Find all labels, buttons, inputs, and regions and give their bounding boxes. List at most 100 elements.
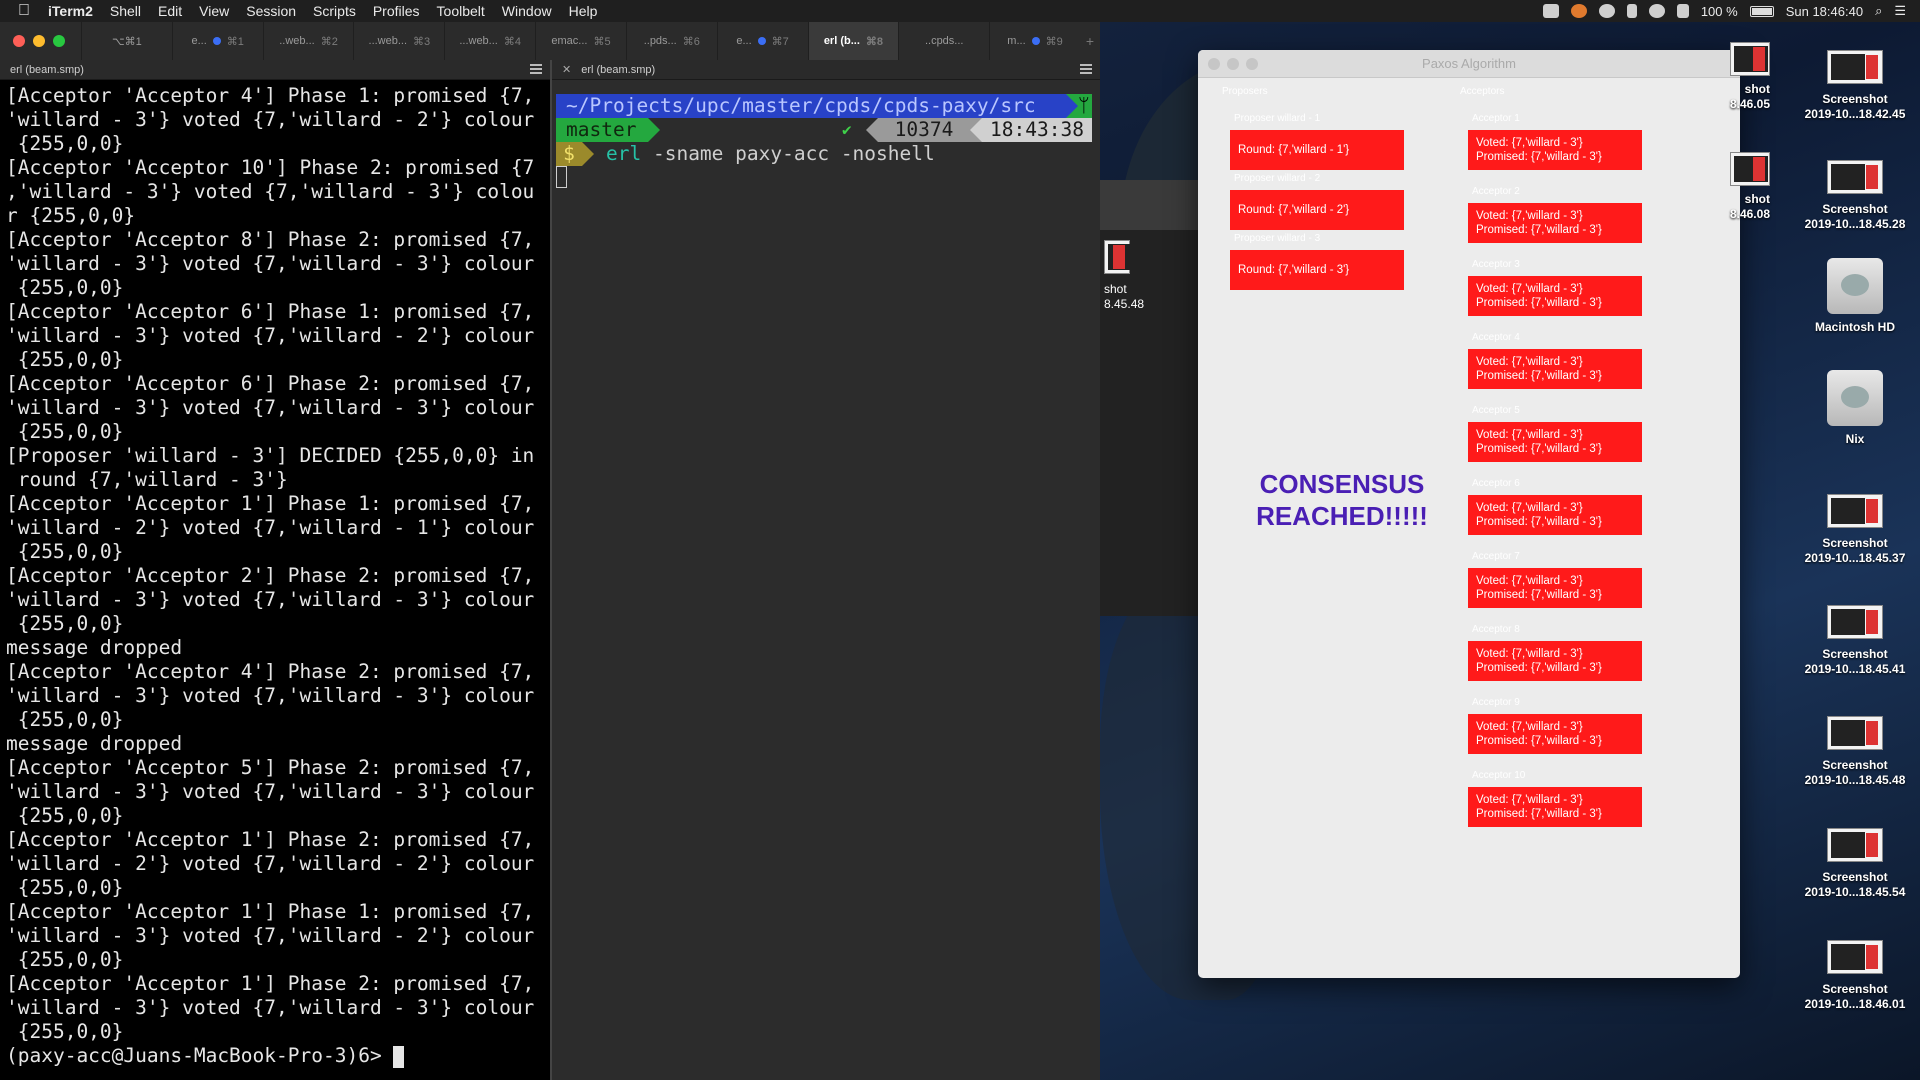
desktop-icon-partial[interactable]: shot 8.46.05 (1700, 42, 1770, 112)
terminal-line: {255,0,0} (6, 132, 124, 155)
tab-10[interactable]: ..cpds... (898, 22, 989, 60)
desktop-screenshot-icon[interactable]: Screenshot 2019-10...18.45.28 (1795, 160, 1915, 232)
menu-window[interactable]: Window (502, 3, 552, 19)
desktop-screenshot-icon[interactable]: Screenshot 2019-10...18.45.41 (1795, 605, 1915, 677)
desktop-disk-icon[interactable]: Nix (1795, 370, 1915, 447)
bluetooth-icon[interactable] (1626, 4, 1637, 18)
pane-menu-icon[interactable] (1080, 64, 1092, 74)
activity-dot-icon (212, 37, 221, 45)
terminal-pane-left[interactable]: erl (beam.smp) [Acceptor 'Acceptor 4'] P… (0, 60, 550, 1080)
apple-menu-icon[interactable]:  (18, 2, 30, 20)
terminal-line: 'willard - 3'} voted {7,'willard - 3'} c… (6, 996, 535, 1019)
terminal-line: {255,0,0} (6, 1020, 124, 1043)
desktop-screenshot-icon[interactable]: Screenshot 2019-10...18.45.54 (1795, 828, 1915, 900)
terminal-pane-right[interactable]: ✕ erl (beam.smp) ~/Projects/upc/master/c… (552, 60, 1100, 1080)
tab-5[interactable]: ...web... ⌘4 (444, 22, 535, 60)
segment-arrow (1066, 94, 1078, 118)
pane-close-icon[interactable]: ✕ (562, 63, 571, 76)
window-title: Paxos Algorithm (1422, 56, 1516, 71)
background-window-bar (1100, 180, 1200, 230)
search-icon[interactable]: ⌕ (1875, 3, 1882, 19)
prompt-time: 18:43:38 (982, 118, 1092, 142)
notification-center-icon[interactable]: ☰ (1894, 3, 1906, 19)
icon-label: Nix (1845, 432, 1865, 446)
menu-view[interactable]: View (199, 3, 229, 19)
window-controls (13, 35, 65, 47)
desktop-disk-icon[interactable]: Macintosh HD (1795, 258, 1915, 335)
tab-shortcut: ⌘3 (413, 35, 431, 48)
wifi-icon[interactable] (1648, 4, 1665, 18)
terminal-line: r {255,0,0} (6, 204, 136, 227)
acceptor-label: Acceptor 7 (1472, 551, 1520, 562)
desktop-screenshot-icon[interactable]: Screenshot 2019-10...18.42.45 (1795, 50, 1915, 122)
acceptor-box: Voted: {7,'willard - 3'} Promised: {7,'wi… (1468, 276, 1642, 316)
avatar-icon[interactable] (1570, 4, 1587, 18)
desktop-screenshot-icon[interactable]: Screenshot 2019-10...18.46.01 (1795, 940, 1915, 1012)
terminal-line: [Acceptor 'Acceptor 6'] Phase 2: promise… (6, 372, 535, 395)
terminal-line: 'willard - 3'} voted {7,'willard - 2'} c… (6, 324, 535, 347)
volume-icon[interactable] (1676, 4, 1689, 18)
menu-edit[interactable]: Edit (158, 3, 182, 19)
acceptor-promised: Promised: {7,'willard - 3'} (1476, 443, 1602, 455)
command-args: -sname paxy-acc -noshell (641, 142, 935, 165)
tab-4[interactable]: ...web... ⌘3 (353, 22, 444, 60)
tab-8[interactable]: e... ⌘7 (716, 22, 808, 60)
menu-help[interactable]: Help (569, 3, 598, 19)
new-tab-button[interactable]: + (1080, 33, 1100, 49)
menu-iterm2[interactable]: iTerm2 (48, 3, 93, 19)
acceptor-promised: Promised: {7,'willard - 3'} (1476, 516, 1602, 528)
close-button[interactable] (13, 35, 25, 47)
tab-label: e... (191, 35, 207, 47)
tab-2[interactable]: e... ⌘1 (171, 22, 263, 60)
terminal-line: [Acceptor 'Acceptor 1'] Phase 2: promise… (6, 972, 535, 995)
tab-3[interactable]: ..web... ⌘2 (262, 22, 354, 60)
desktop-screenshot-icon[interactable]: Screenshot 2019-10...18.45.48 (1795, 716, 1915, 788)
menu-scripts[interactable]: Scripts (313, 3, 356, 19)
cloud-app-icon[interactable] (1542, 4, 1559, 18)
sync-icon[interactable] (1598, 4, 1615, 18)
hard-drive-icon (1827, 370, 1883, 426)
close-button[interactable] (1208, 58, 1220, 70)
background-window[interactable]: shot 8.45.48 (1100, 180, 1200, 616)
tab-shortcut: ⌘9 (1045, 35, 1063, 48)
tab-label: ...web... (459, 35, 498, 47)
screenshot-thumbnail (1827, 160, 1883, 194)
activity-dot-icon (757, 37, 766, 45)
zoom-button[interactable] (53, 35, 65, 47)
acceptor-box: Voted: {7,'willard - 3'} Promised: {7,'wi… (1468, 349, 1642, 389)
terminal-line: message dropped (6, 636, 183, 659)
acceptor-label: Acceptor 1 (1472, 113, 1520, 124)
menu-shell[interactable]: Shell (110, 3, 141, 19)
terminal-line: [Proposer 'willard - 3'] DECIDED {255,0,… (6, 444, 535, 467)
menu-bar:  iTerm2 Shell Edit View Session Scripts Profi… (0, 0, 1920, 22)
zoom-button[interactable] (1246, 58, 1258, 70)
pane-menu-icon[interactable] (530, 64, 542, 74)
terminal-output[interactable]: [Acceptor 'Acceptor 4'] Phase 1: promise… (0, 80, 550, 1068)
desktop-icon-partial[interactable]: shot 8.46.08 (1700, 152, 1770, 222)
acceptor-promised: Promised: {7,'willard - 3'} (1476, 224, 1602, 236)
screenshot-thumbnail (1827, 494, 1883, 528)
clock[interactable]: Sun 18:46:40 (1786, 4, 1863, 19)
desktop-screenshot-icon[interactable]: Screenshot 2019-10...18.45.37 (1795, 494, 1915, 566)
terminal-line: [Acceptor 'Acceptor 1'] Phase 1: promise… (6, 900, 535, 923)
minimize-button[interactable] (33, 35, 45, 47)
paxos-titlebar: Paxos Algorithm (1198, 50, 1740, 78)
menu-session[interactable]: Session (246, 3, 296, 19)
tab-11[interactable]: m... ⌘9 (989, 22, 1080, 60)
battery-percent[interactable]: 100 % (1701, 4, 1738, 19)
menu-profiles[interactable]: Profiles (373, 3, 420, 19)
tab-label: ⌥⌘1 (112, 35, 142, 48)
minimize-button[interactable] (1227, 58, 1239, 70)
terminal-line: [Acceptor 'Acceptor 4'] Phase 1: promise… (6, 84, 535, 107)
tab-9[interactable]: erl (b... ⌘8 (807, 22, 899, 60)
acceptor-box: Voted: {7,'willard - 3'} Promised: {7,'wi… (1468, 203, 1642, 243)
terminal-prompt-line[interactable]: (paxy-acc@Juans-MacBook-Pro-3)6> (6, 1044, 550, 1068)
command-text: erl -sname paxy-acc -noshell (606, 142, 935, 166)
terminal-line: [Acceptor 'Acceptor 4'] Phase 2: promise… (6, 660, 535, 683)
terminal-cursor (393, 1046, 405, 1068)
tab-1[interactable]: ⌥⌘1 (81, 22, 172, 60)
tab-6[interactable]: emac... ⌘5 (535, 22, 626, 60)
battery-icon[interactable] (1749, 5, 1774, 17)
menu-toolbelt[interactable]: Toolbelt (437, 3, 485, 19)
tab-7[interactable]: ..pds... ⌘6 (625, 22, 717, 60)
